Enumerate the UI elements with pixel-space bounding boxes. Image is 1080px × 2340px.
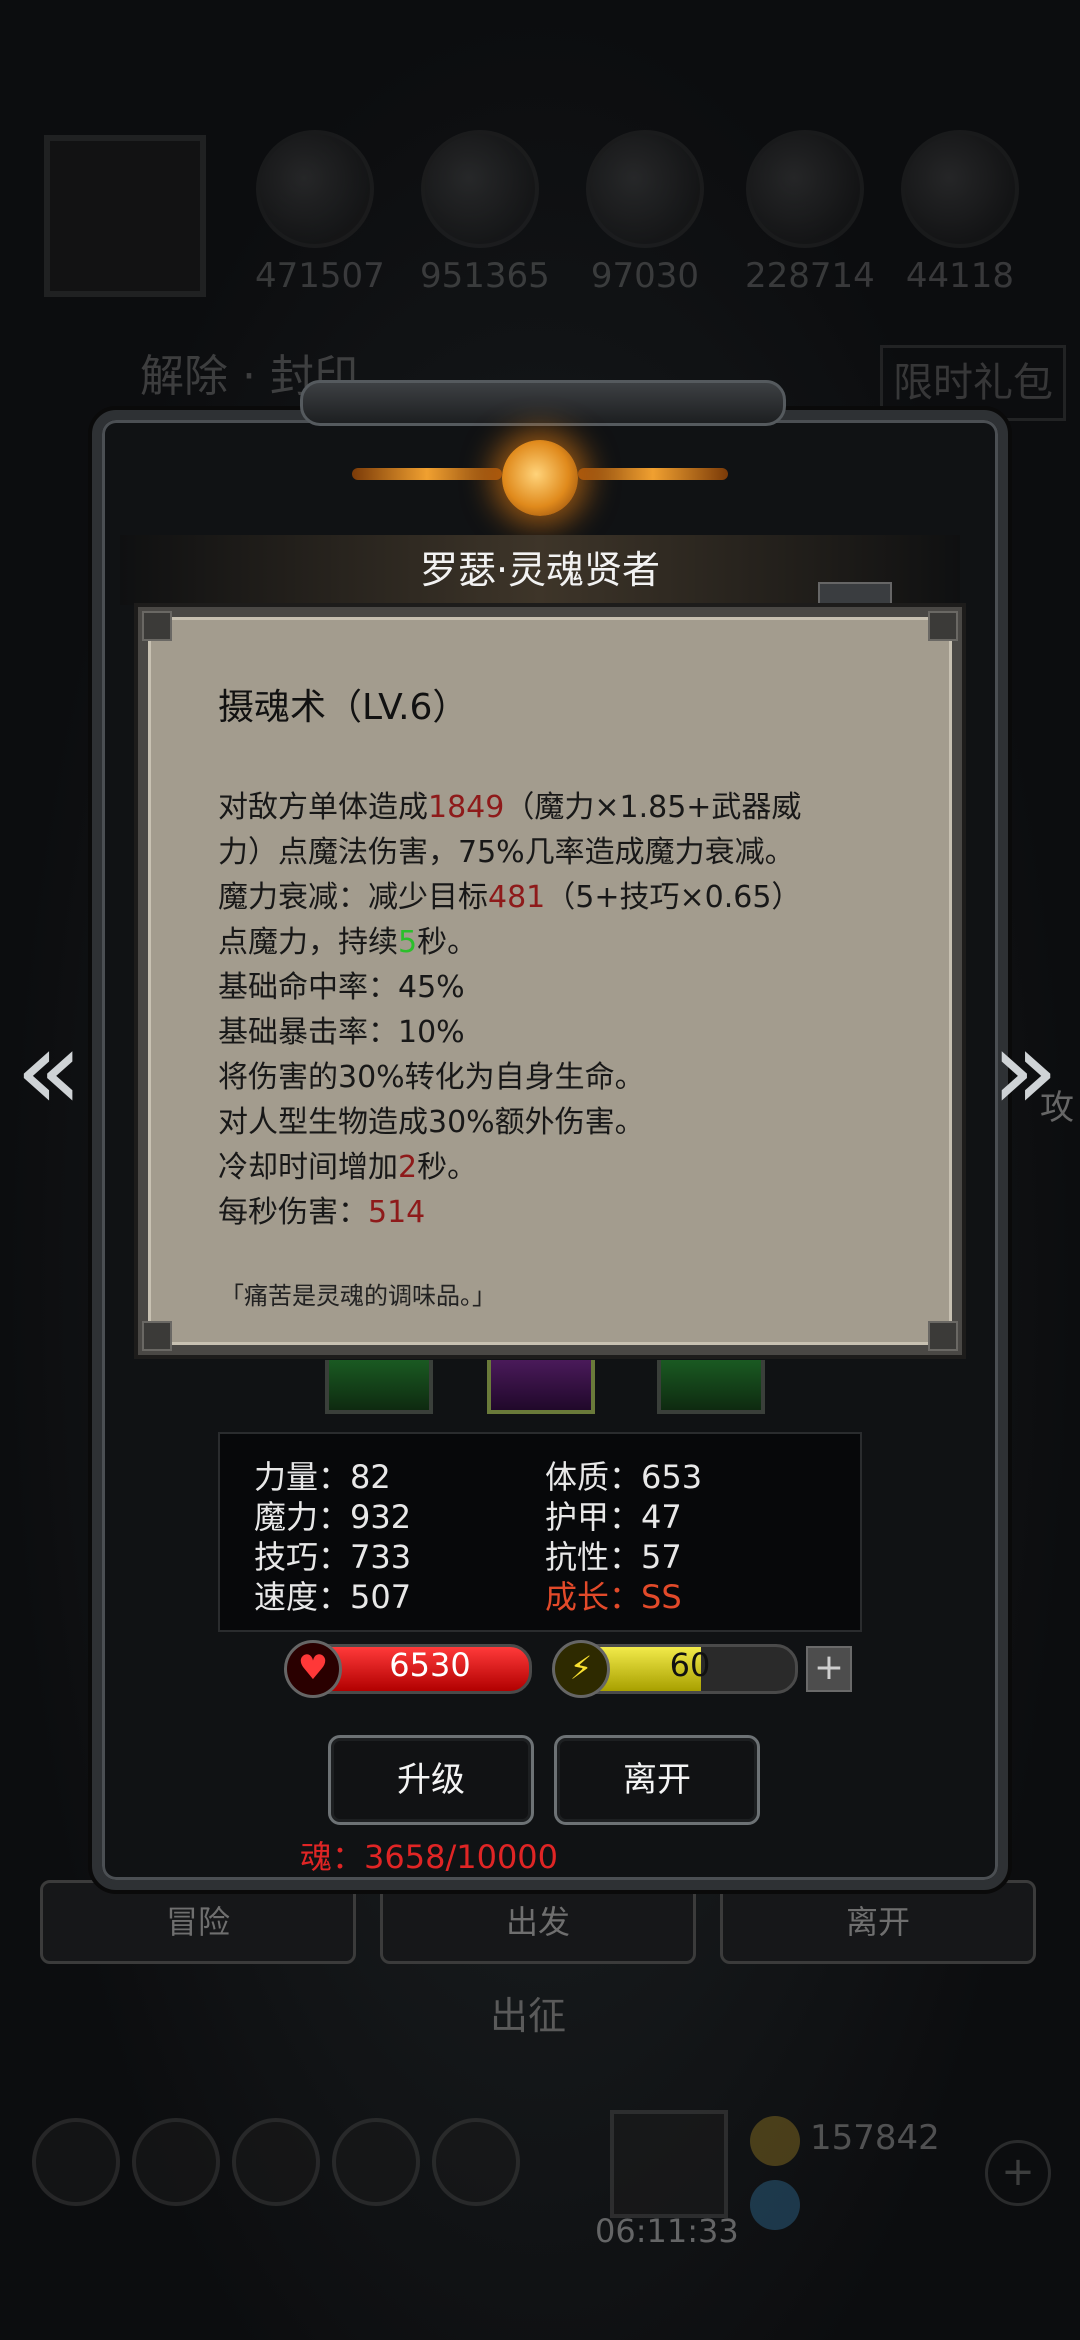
hp-value: 6530 [389, 1646, 471, 1684]
cooldown-value: 2 [398, 1150, 418, 1185]
skill-slot-2[interactable] [487, 1360, 595, 1414]
skill-line: 将伤害的30%转化为自身生命。 [218, 1060, 645, 1095]
skill-line: 基础命中率：45% [218, 970, 465, 1005]
adventure-button: 冒险 [40, 1880, 356, 1964]
depart-button: 出发 [380, 1880, 696, 1964]
nav-icon [432, 2118, 520, 2206]
text: 对敌方单体造成 [218, 790, 428, 825]
nav-icon [32, 2118, 120, 2206]
skill-description: 对敌方单体造成1849（魔力×1.85+武器威 力）点魔法伤害，75%几率造成魔… [218, 785, 918, 1235]
resource-3: 97030 [585, 130, 705, 296]
text: 魔力衰减：减少目标 [218, 880, 488, 915]
skill-line: 每秒伤害：514 [218, 1190, 918, 1235]
resource-value: 951365 [420, 256, 550, 296]
skill-title: 摄魂术（LV.6） [218, 687, 469, 728]
moon-wing-right [578, 468, 728, 480]
nav-icon [232, 2118, 320, 2206]
expedition-label: 出征 [490, 1994, 567, 2038]
add-energy-button[interactable]: + [806, 1646, 852, 1692]
gold-coin-icon [750, 2116, 800, 2166]
text: 秒。 [417, 925, 478, 960]
gold-amount: 157842 [810, 2118, 940, 2158]
resource-icon [586, 130, 704, 248]
resource-value: 228714 [745, 256, 875, 296]
decay-value: 481 [488, 880, 546, 915]
skill-line: 魔力衰减：减少目标481（5+技巧×0.65） [218, 875, 918, 920]
panel-ornament [300, 380, 786, 426]
tooltip-corner [928, 611, 958, 641]
text: 冷却时间增加 [218, 1150, 398, 1185]
stat-growth: 成长：SS [545, 1578, 682, 1616]
skill-line: 冷却时间增加2秒。 [218, 1145, 918, 1190]
moon-emblem-icon [502, 440, 578, 516]
resource-icon [746, 130, 864, 248]
skill-line: 力）点魔法伤害，75%几率造成魔力衰减。 [218, 835, 795, 870]
duration-value: 5 [398, 925, 418, 960]
resource-2: 951365 [420, 130, 550, 296]
soul-counter: 魂：3658/10000 [300, 1838, 559, 1876]
resource-icon [421, 130, 539, 248]
resource-icon [256, 130, 374, 248]
heart-icon: ♥ [284, 1640, 342, 1698]
tooltip-corner [142, 1321, 172, 1351]
text: （魔力×1.85+武器威 [504, 790, 802, 825]
resource-row: 471507 951365 97030 228714 44118 [40, 130, 1040, 300]
resource-value: 97030 [590, 256, 700, 296]
skill-quote: 「痛苦是灵魂的调味品。」 [220, 1282, 496, 1310]
add-currency-button: + [985, 2140, 1051, 2206]
resource-value: 44118 [905, 256, 1015, 296]
text: （5+技巧×0.65） [545, 880, 802, 915]
chest-icon [610, 2110, 728, 2218]
stat-speed: 速度：507 [254, 1578, 412, 1616]
skill-line: 对人型生物造成30%额外伤害。 [218, 1105, 645, 1140]
bg-leave-button: 离开 [720, 1880, 1036, 1964]
text: 秒。 [417, 1150, 478, 1185]
nav-icon [332, 2118, 420, 2206]
lightning-icon: ⚡ [552, 1640, 610, 1698]
stats-box: 力量：82 魔力：932 技巧：733 速度：507 体质：653 护甲：47 … [218, 1432, 862, 1632]
text: 点魔力，持续 [218, 925, 398, 960]
upgrade-button[interactable]: 升级 [328, 1735, 534, 1825]
prev-hero-arrow-icon[interactable]: « [14, 1015, 84, 1125]
next-hero-arrow-icon[interactable]: » [990, 1015, 1060, 1125]
resource-4: 228714 [745, 130, 875, 296]
background-bottom-bar: 06:11:33 157842 + [30, 2110, 1051, 2250]
resource-5: 44118 [900, 130, 1020, 296]
leave-button[interactable]: 离开 [554, 1735, 760, 1825]
text: 每秒伤害： [218, 1195, 368, 1230]
gem-icon [750, 2180, 800, 2230]
moon-wing-left [352, 468, 502, 480]
skill-line: 对敌方单体造成1849（魔力×1.85+武器威 [218, 785, 918, 830]
skill-slot-1[interactable] [325, 1360, 433, 1414]
nav-icon [132, 2118, 220, 2206]
damage-value: 1849 [428, 790, 505, 825]
background-bottom-buttons: 冒险 出发 离开 [40, 1880, 1040, 1964]
dps-value: 514 [368, 1195, 426, 1230]
skill-slot-3[interactable] [657, 1360, 765, 1414]
resource-value: 471507 [255, 256, 385, 296]
tooltip-corner [142, 611, 172, 641]
skill-line: 点魔力，持续5秒。 [218, 920, 918, 965]
resource-1: 471507 [255, 130, 385, 296]
skill-line: 基础暴击率：10% [218, 1015, 465, 1050]
chest-timer: 06:11:33 [595, 2212, 739, 2250]
energy-value: 60 [669, 1646, 711, 1684]
resource-icon [901, 130, 1019, 248]
tooltip-corner [928, 1321, 958, 1351]
